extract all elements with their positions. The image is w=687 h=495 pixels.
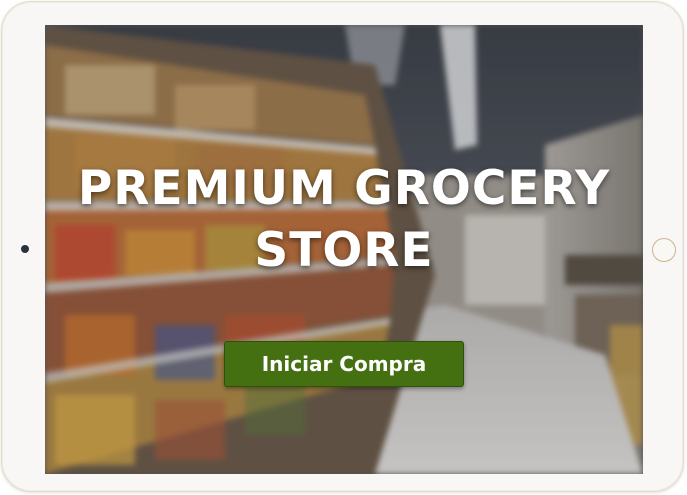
home-button-icon[interactable] — [652, 238, 676, 262]
hero-title-line1: PREMIUM GROCERY — [77, 161, 611, 216]
screen: PREMIUM GROCERY STORE Iniciar Compra — [45, 25, 643, 474]
hero-title-line2: STORE — [254, 223, 434, 278]
start-shopping-button[interactable]: Iniciar Compra — [224, 341, 464, 387]
hero-title: PREMIUM GROCERY STORE — [45, 158, 643, 282]
tablet-frame: PREMIUM GROCERY STORE Iniciar Compra — [1, 1, 684, 492]
camera-icon — [21, 245, 29, 253]
